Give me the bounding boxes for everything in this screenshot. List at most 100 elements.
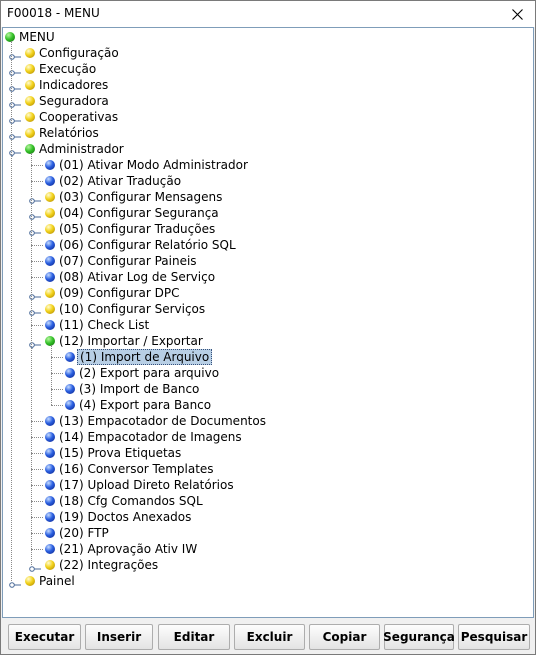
tree-connector <box>31 533 43 534</box>
tree-item-ie-1[interactable]: (1) Import de Arquivo <box>3 349 533 365</box>
tree-item-admin-16[interactable]: (16) Conversor Templates <box>3 461 533 477</box>
blue-bullet-icon <box>65 384 75 394</box>
yellow-bullet-icon <box>25 64 35 74</box>
blue-bullet-icon <box>45 416 55 426</box>
menu-tree: MENU Configuração Execução Indicadores Segur… <box>3 28 533 617</box>
tree-guide-line <box>51 345 52 405</box>
tree-connector <box>31 165 43 166</box>
tree-root-menu[interactable]: MENU <box>3 29 533 45</box>
tree-item-label: (04) Configurar Segurança <box>59 206 219 220</box>
tree-item-admin-19[interactable]: (19) Doctos Anexados <box>3 509 533 525</box>
tree-item-top-4[interactable]: Cooperativas <box>3 109 533 125</box>
tree-item-label: Administrador <box>39 142 124 156</box>
tree-item-admin-20[interactable]: (20) FTP <box>3 525 533 541</box>
menu-tree-panel: MENU Configuração Execução Indicadores Segur… <box>2 27 534 618</box>
tree-item-label: (14) Empacotador de Imagens <box>59 430 242 444</box>
editar-button[interactable]: Editar <box>158 624 230 650</box>
tree-connector <box>31 549 43 550</box>
tree-item-ie-2[interactable]: (2) Export para arquivo <box>3 365 533 381</box>
tree-item-admin-2[interactable]: (02) Ativar Tradução <box>3 173 533 189</box>
tree-item-admin-17[interactable]: (17) Upload Direto Relatórios <box>3 477 533 493</box>
blue-bullet-icon <box>45 176 55 186</box>
tree-item-admin-9[interactable]: (09) Configurar DPC <box>3 285 533 301</box>
tree-item-admin-13[interactable]: (13) Empacotador de Documentos <box>3 413 533 429</box>
tree-item-ie-3[interactable]: (3) Import de Banco <box>3 381 533 397</box>
tree-item-ie-4[interactable]: (4) Export para Banco <box>3 397 533 413</box>
tree-item-top-2[interactable]: Indicadores <box>3 77 533 93</box>
button-bar: Executar Inserir Editar Excluir Copiar S… <box>1 620 535 654</box>
tree-item-top-3[interactable]: Seguradora <box>3 93 533 109</box>
tree-item-admin-14[interactable]: (14) Empacotador de Imagens <box>3 429 533 445</box>
blue-bullet-icon <box>65 400 75 410</box>
blue-bullet-icon <box>45 160 55 170</box>
close-button[interactable] <box>499 1 535 27</box>
tree-item-label: (4) Export para Banco <box>79 398 212 412</box>
tree-item-label: (17) Upload Direto Relatórios <box>59 478 234 492</box>
tree-connector <box>51 389 63 390</box>
tree-item-label: (21) Aprovação Ativ IW <box>59 542 198 556</box>
tree-item-admin-18[interactable]: (18) Cfg Comandos SQL <box>3 493 533 509</box>
tree-item-admin-8[interactable]: (08) Ativar Log de Serviço <box>3 269 533 285</box>
tree-item-top-1[interactable]: Execução <box>3 61 533 77</box>
tree-item-admin-12[interactable]: (12) Importar / Exportar <box>3 333 533 349</box>
tree-item-top-0[interactable]: Configuração <box>3 45 533 61</box>
tree-connector <box>31 245 43 246</box>
tree-item-label: (1) Import de Arquivo <box>77 349 213 365</box>
blue-bullet-icon <box>45 272 55 282</box>
tree-item-label: (03) Configurar Mensagens <box>59 190 223 204</box>
seguranca-button[interactable]: Segurança <box>383 624 455 650</box>
copiar-button[interactable]: Copiar <box>309 624 380 650</box>
yellow-bullet-icon <box>25 112 35 122</box>
blue-bullet-icon <box>45 320 55 330</box>
tree-item-label: (20) FTP <box>59 526 109 540</box>
tree-item-administrador[interactable]: Administrador <box>3 141 533 157</box>
tree-item-label: (18) Cfg Comandos SQL <box>59 494 203 508</box>
tree-item-label: MENU <box>19 30 55 44</box>
yellow-bullet-icon <box>25 96 35 106</box>
yellow-bullet-icon <box>25 80 35 90</box>
tree-item-admin-7[interactable]: (07) Configurar Paineis <box>3 253 533 269</box>
tree-item-painel[interactable]: Painel <box>3 573 533 589</box>
tree-item-admin-4[interactable]: (04) Configurar Segurança <box>3 205 533 221</box>
tree-item-label: (22) Integrações <box>59 558 159 572</box>
yellow-bullet-icon <box>45 304 55 314</box>
tree-connector <box>31 453 43 454</box>
tree-connector <box>31 469 43 470</box>
tree-item-label: (12) Importar / Exportar <box>59 334 203 348</box>
blue-bullet-icon <box>45 240 55 250</box>
blue-bullet-icon <box>65 352 75 362</box>
title-bar[interactable]: F00018 - MENU <box>1 1 535 27</box>
tree-item-label: (16) Conversor Templates <box>59 462 214 476</box>
tree-item-admin-6[interactable]: (06) Configurar Relatório SQL <box>3 237 533 253</box>
tree-item-label: Cooperativas <box>39 110 119 124</box>
tree-connector <box>51 357 63 358</box>
tree-item-admin-1[interactable]: (01) Ativar Modo Administrador <box>3 157 533 173</box>
tree-connector <box>51 405 63 406</box>
tree-item-admin-22[interactable]: (22) Integrações <box>3 557 533 573</box>
green-bullet-icon <box>45 336 55 346</box>
tree-item-label: (11) Check List <box>59 318 150 332</box>
yellow-bullet-icon <box>45 192 55 202</box>
pesquisar-button[interactable]: Pesquisar <box>458 624 530 650</box>
tree-item-label: Configuração <box>39 46 119 60</box>
tree-guide-line <box>11 41 12 581</box>
tree-item-top-5[interactable]: Relatórios <box>3 125 533 141</box>
tree-connector <box>31 421 43 422</box>
tree-item-admin-15[interactable]: (15) Prova Etiquetas <box>3 445 533 461</box>
blue-bullet-icon <box>45 256 55 266</box>
menu-window: F00018 - MENU MENU Configuração Execução In… <box>0 0 536 655</box>
blue-bullet-icon <box>45 448 55 458</box>
blue-bullet-icon <box>65 368 75 378</box>
yellow-bullet-icon <box>45 224 55 234</box>
tree-item-admin-10[interactable]: (10) Configurar Serviços <box>3 301 533 317</box>
inserir-button[interactable]: Inserir <box>85 624 153 650</box>
yellow-bullet-icon <box>45 208 55 218</box>
tree-item-admin-5[interactable]: (05) Configurar Traduções <box>3 221 533 237</box>
executar-button[interactable]: Executar <box>8 624 81 650</box>
tree-item-label: (2) Export para arquivo <box>79 366 220 380</box>
tree-item-label: Painel <box>39 574 75 588</box>
tree-item-admin-11[interactable]: (11) Check List <box>3 317 533 333</box>
tree-item-admin-3[interactable]: (03) Configurar Mensagens <box>3 189 533 205</box>
tree-item-admin-21[interactable]: (21) Aprovação Ativ IW <box>3 541 533 557</box>
excluir-button[interactable]: Excluir <box>234 624 305 650</box>
